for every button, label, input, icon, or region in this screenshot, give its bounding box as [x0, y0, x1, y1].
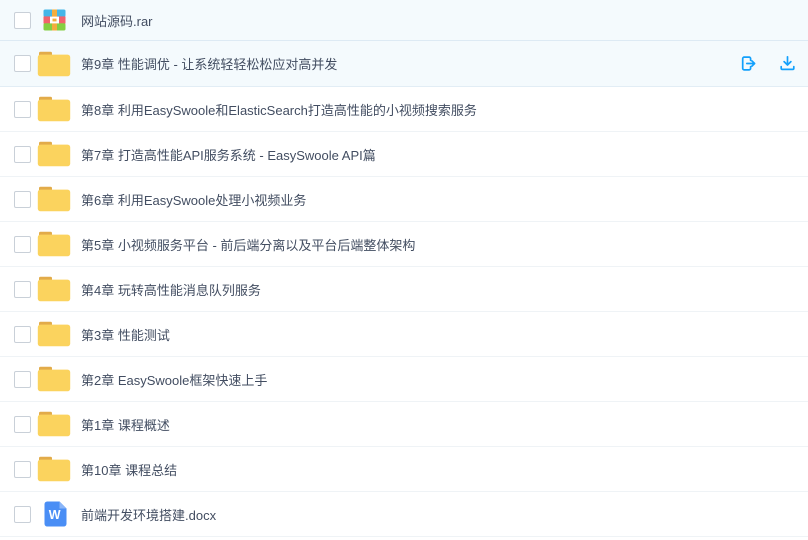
folder-icon [37, 51, 71, 76]
file-name[interactable]: 第7章 打造高性能API服务系统 - EasySwoole API篇 [81, 145, 376, 164]
file-list: 网站源码.rar 第9章 性能调优 - 让系统轻轻松松应对高并发 第8章 利用E… [0, 0, 808, 537]
row-checkbox[interactable] [14, 11, 31, 29]
file-row[interactable]: 第2章 EasySwoole框架快速上手 [0, 357, 808, 402]
file-type-icon-box [37, 96, 71, 122]
file-name[interactable]: 第4章 玩转高性能消息队列服务 [81, 280, 261, 299]
file-name[interactable]: 第10章 课程总结 [81, 460, 177, 479]
row-checkbox[interactable] [14, 415, 31, 433]
folder-icon [37, 366, 71, 392]
folder-icon [37, 411, 71, 437]
file-type-icon-box [37, 9, 71, 31]
file-type-icon-box [37, 321, 71, 347]
file-name[interactable]: 第8章 利用EasySwoole和ElasticSearch打造高性能的小视频搜… [81, 100, 477, 119]
row-checkbox[interactable] [14, 145, 31, 163]
row-checkbox[interactable] [14, 370, 31, 388]
row-checkbox[interactable] [14, 505, 31, 523]
file-row[interactable]: 第10章 课程总结 [0, 447, 808, 492]
file-type-icon-box: W [37, 501, 71, 527]
folder-icon [37, 231, 71, 257]
file-type-icon-box [37, 51, 71, 77]
file-type-icon-box [37, 186, 71, 212]
folder-icon [37, 321, 71, 347]
file-name[interactable]: 第2章 EasySwoole框架快速上手 [81, 370, 267, 389]
share-icon[interactable] [740, 55, 757, 72]
file-name[interactable]: 第9章 性能调优 - 让系统轻轻松松应对高并发 [81, 54, 337, 73]
svg-text:W: W [48, 508, 60, 522]
file-name[interactable]: 第1章 课程概述 [81, 415, 170, 434]
row-actions [740, 41, 806, 86]
folder-icon [37, 456, 71, 482]
file-name[interactable]: 第3章 性能测试 [81, 325, 170, 344]
folder-icon [37, 276, 71, 302]
row-checkbox[interactable] [14, 235, 31, 253]
file-row[interactable]: 第4章 玩转高性能消息队列服务 [0, 267, 808, 312]
word-document-icon: W [44, 501, 66, 527]
row-checkbox[interactable] [14, 325, 31, 343]
row-checkbox[interactable] [14, 190, 31, 208]
file-row[interactable]: 第9章 性能调优 - 让系统轻轻松松应对高并发 [0, 40, 808, 87]
rar-archive-icon [43, 9, 65, 31]
row-checkbox[interactable] [14, 100, 31, 118]
file-type-icon-box [37, 456, 71, 482]
file-name[interactable]: 第6章 利用EasySwoole处理小视频业务 [81, 190, 306, 209]
file-row[interactable]: 第8章 利用EasySwoole和ElasticSearch打造高性能的小视频搜… [0, 87, 808, 132]
folder-icon [37, 186, 71, 212]
file-row[interactable]: 第7章 打造高性能API服务系统 - EasySwoole API篇 [0, 132, 808, 177]
row-checkbox[interactable] [14, 55, 31, 72]
file-name[interactable]: 前端开发环境搭建.docx [81, 505, 216, 524]
folder-icon [37, 141, 71, 167]
folder-icon [37, 96, 71, 122]
file-row[interactable]: W 前端开发环境搭建.docx [0, 492, 808, 537]
file-row[interactable]: 第1章 课程概述 [0, 402, 808, 447]
file-row[interactable]: 第6章 利用EasySwoole处理小视频业务 [0, 177, 808, 222]
file-name[interactable]: 网站源码.rar [81, 11, 153, 30]
file-name[interactable]: 第5章 小视频服务平台 - 前后端分离以及平台后端整体架构 [81, 235, 415, 254]
file-type-icon-box [37, 141, 71, 167]
file-type-icon-box [37, 276, 71, 302]
file-row[interactable]: 网站源码.rar [0, 0, 808, 41]
file-type-icon-box [37, 411, 71, 437]
file-row[interactable]: 第5章 小视频服务平台 - 前后端分离以及平台后端整体架构 [0, 222, 808, 267]
file-type-icon-box [37, 231, 71, 257]
row-checkbox[interactable] [14, 460, 31, 478]
row-checkbox[interactable] [14, 280, 31, 298]
download-icon[interactable] [779, 55, 796, 72]
file-type-icon-box [37, 366, 71, 392]
file-row[interactable]: 第3章 性能测试 [0, 312, 808, 357]
